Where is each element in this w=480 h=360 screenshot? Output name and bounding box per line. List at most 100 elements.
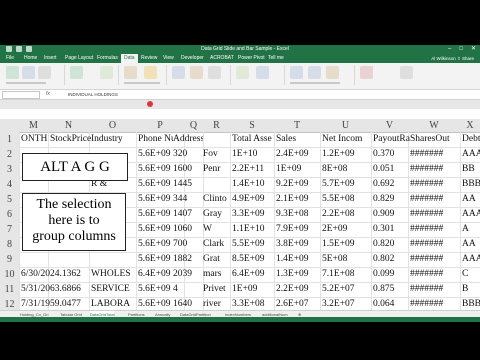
tab-formulas[interactable]: Formulas — [97, 54, 118, 63]
data-cell[interactable]: Gray — [203, 207, 231, 222]
column-title-cell[interactable]: Industry — [91, 132, 137, 147]
close-button[interactable]: ✕ — [471, 45, 476, 54]
account-share[interactable]: Al Wilkinson ⇧ Share — [431, 54, 474, 63]
data-cell[interactable]: B — [462, 282, 480, 297]
data-cell[interactable]: 2.2E+08 — [322, 207, 373, 222]
tab-insert[interactable]: Insert — [44, 54, 57, 63]
data-cell[interactable]: 7.9E+09 — [276, 222, 322, 237]
data-cell[interactable]: SERVICE — [91, 282, 137, 297]
data-cell[interactable]: 0.802 — [373, 252, 410, 267]
column-title-cell[interactable]: Net Incom — [322, 132, 373, 147]
text-to-columns-icon[interactable] — [172, 66, 185, 79]
group-icon[interactable] — [290, 66, 303, 79]
data-cell[interactable]: AAA — [462, 207, 480, 222]
data-cell[interactable]: 59.0477 — [50, 297, 91, 310]
data-cell[interactable]: ####### — [410, 297, 462, 310]
worksheet-grid[interactable]: M N O P Q R S T U V W X 1 2 3 4 5 6 7 8 … — [0, 119, 480, 310]
redo-icon[interactable] — [26, 46, 32, 52]
data-cell[interactable]: 3.2E+07 — [322, 297, 373, 310]
row-header[interactable]: 9 — [0, 252, 19, 267]
column-header-q[interactable]: Q — [184, 119, 203, 132]
data-cell[interactable]: 5.5E+09 — [232, 237, 276, 252]
column-title-cell[interactable] — [203, 132, 231, 147]
data-cell[interactable]: 0.301 — [373, 222, 410, 237]
data-cell[interactable]: 1882 — [173, 252, 203, 267]
column-header-n[interactable]: N — [48, 119, 89, 132]
column-header-m[interactable]: M — [19, 119, 48, 132]
data-cell[interactable]: 6.4E+09 — [138, 267, 173, 282]
data-cell[interactable]: 700 — [173, 237, 203, 252]
fx-icon[interactable]: fx — [46, 90, 50, 99]
solver-icon[interactable] — [360, 66, 373, 79]
data-cell[interactable]: 2.1E+09 — [276, 192, 322, 207]
data-cell[interactable]: 1.4E+10 — [232, 177, 276, 192]
data-cell[interactable]: ####### — [410, 267, 462, 282]
data-cell[interactable]: 8.5E+09 — [232, 252, 276, 267]
row-header[interactable]: 4 — [0, 177, 19, 192]
data-cell[interactable]: BBB — [462, 297, 480, 310]
tab-developer[interactable]: Developer — [181, 54, 204, 63]
from-text-icon[interactable] — [22, 66, 35, 79]
row-header[interactable]: 2 — [0, 147, 19, 162]
column-title-cell[interactable]: Total Asse — [232, 132, 276, 147]
data-cell[interactable]: 1.2E+09 — [322, 147, 373, 162]
data-cell[interactable] — [203, 177, 231, 192]
data-cell[interactable]: AAA — [462, 252, 480, 267]
data-cell[interactable]: 7.1E+08 — [322, 267, 373, 282]
row-header[interactable]: 3 — [0, 162, 19, 177]
subtotal-icon[interactable] — [326, 66, 339, 79]
data-cell[interactable]: WHOLES — [91, 267, 137, 282]
data-cell[interactable]: 0.099 — [373, 267, 410, 282]
data-cell[interactable]: AA — [462, 237, 480, 252]
column-header-v[interactable]: V — [371, 119, 408, 132]
tab-view[interactable]: View — [163, 54, 174, 63]
data-cell[interactable]: ####### — [410, 147, 462, 162]
column-header-x[interactable]: X — [460, 119, 480, 132]
column-title-cell[interactable]: Address — [173, 132, 203, 147]
data-cell[interactable]: 1060 — [173, 222, 203, 237]
data-cell[interactable]: 5.7E+09 — [322, 177, 373, 192]
tell-me-box[interactable]: Tell me — [268, 54, 284, 63]
data-cell[interactable]: 5.2E+07 — [322, 282, 373, 297]
undo-icon[interactable] — [16, 46, 22, 52]
column-title-cell[interactable]: Phone Nu — [138, 132, 173, 147]
data-cell[interactable]: 3.3E+08 — [232, 297, 276, 310]
data-cell[interactable]: AA — [462, 192, 480, 207]
sort-icon[interactable] — [124, 66, 137, 79]
tab-page-layout[interactable]: Page Layout — [65, 54, 93, 63]
column-header-r[interactable]: R — [203, 119, 230, 132]
data-cell[interactable]: 5.6E+09 — [138, 297, 173, 310]
data-cell[interactable]: 63.6866 — [50, 282, 91, 297]
data-cell[interactable]: 2.2E+09 — [276, 282, 322, 297]
data-cell[interactable]: 7/31/1998 — [21, 297, 50, 310]
data-cell[interactable]: 1640 — [173, 297, 203, 310]
data-cell[interactable]: 5.6E+09 — [138, 162, 173, 177]
ungroup-icon[interactable] — [308, 66, 321, 79]
row-header[interactable]: 1 — [0, 132, 19, 147]
column-header-p[interactable]: P — [136, 119, 184, 132]
data-cell[interactable]: 0.820 — [373, 237, 410, 252]
column-title-cell[interactable]: Debt Ratir — [462, 132, 480, 147]
data-cell[interactable]: 5.5E+08 — [322, 192, 373, 207]
data-cell[interactable]: BBB — [462, 177, 480, 192]
data-cell[interactable]: AAA — [462, 147, 480, 162]
data-cell[interactable]: 1407 — [173, 207, 203, 222]
data-cell[interactable]: Clark — [203, 237, 231, 252]
data-cell[interactable]: 344 — [173, 192, 203, 207]
column-title-cell[interactable]: PayoutRat — [373, 132, 410, 147]
tab-file[interactable]: File — [6, 54, 14, 63]
data-cell[interactable]: ####### — [410, 192, 462, 207]
data-cell[interactable]: ####### — [410, 162, 462, 177]
filter-icon[interactable] — [144, 66, 157, 79]
maximize-button[interactable]: □ — [459, 45, 463, 54]
data-cell[interactable]: ####### — [410, 252, 462, 267]
remove-duplicates-icon[interactable] — [208, 66, 221, 79]
data-cell[interactable]: 0.692 — [373, 177, 410, 192]
what-if-icon[interactable] — [236, 66, 249, 79]
data-cell[interactable]: Fov — [203, 147, 231, 162]
data-cell[interactable]: 2.4E+09 — [276, 147, 322, 162]
data-cell[interactable]: 5.6E+09 — [138, 282, 173, 297]
data-cell[interactable]: ####### — [410, 177, 462, 192]
row-header[interactable]: 5 — [0, 192, 19, 207]
data-cell[interactable]: 2039 — [173, 267, 203, 282]
